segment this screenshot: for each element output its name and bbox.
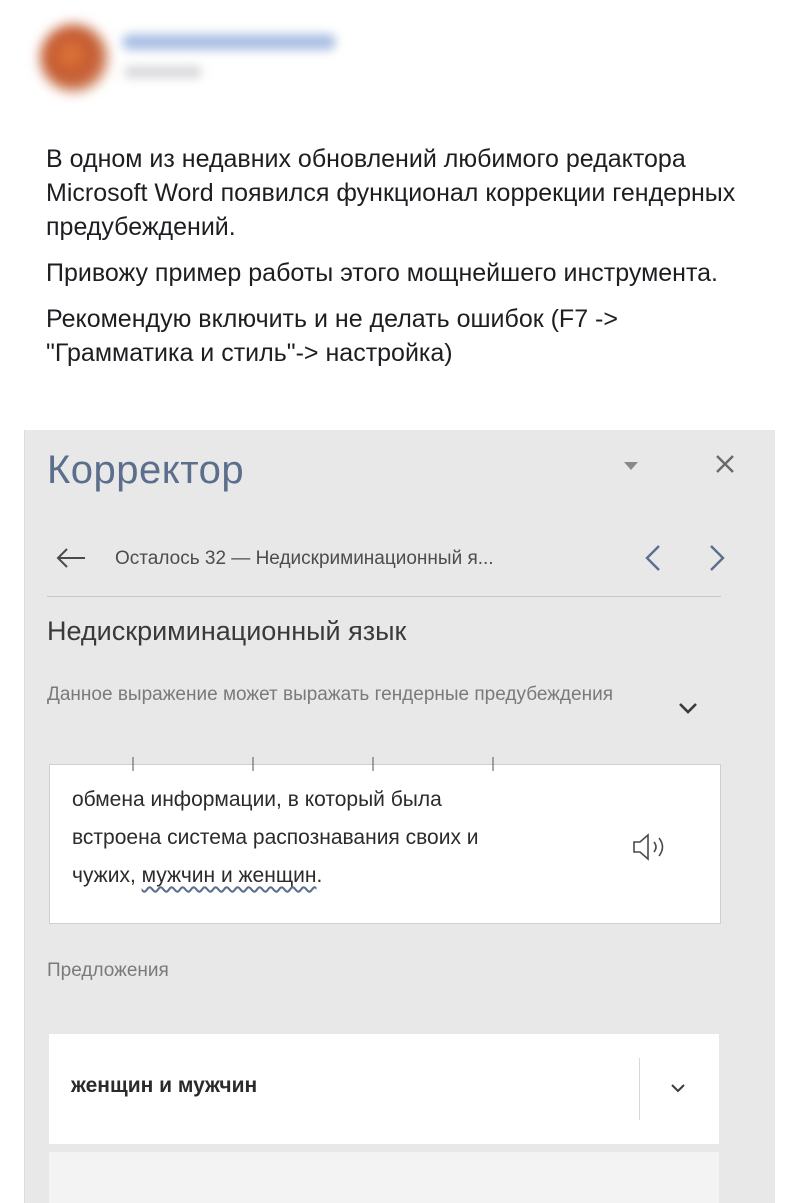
speaker-icon[interactable] xyxy=(630,829,670,865)
post-body: В одном из недавних обновлений любимого … xyxy=(46,142,766,382)
section-title: Недискриминационный язык xyxy=(47,616,407,646)
suggestion-item-partial[interactable] xyxy=(49,1152,719,1203)
author-name-blurred[interactable] xyxy=(122,34,336,50)
cut-off-previous-line xyxy=(72,757,572,771)
context-sentence-box: обмена информации, в который была встрое… xyxy=(49,757,721,924)
avatar[interactable] xyxy=(40,24,108,92)
remaining-issues-label: Осталось 32 — Недискриминационный я... xyxy=(115,548,494,569)
chevron-right-icon[interactable] xyxy=(707,542,727,574)
suggestion-text[interactable]: женщин и мужчин xyxy=(71,1074,257,1098)
suggestions-label: Предложения xyxy=(47,960,169,981)
post-header xyxy=(0,0,793,120)
expand-chevron-icon[interactable] xyxy=(677,700,699,716)
chevron-down-icon[interactable] xyxy=(669,1082,687,1094)
arrow-left-icon[interactable] xyxy=(55,546,87,570)
context-sentence: обмена информации, в который была встрое… xyxy=(72,781,572,895)
panel-title: Корректор xyxy=(47,448,245,492)
post-meta-blurred xyxy=(124,66,202,78)
post-paragraph-2: Привожу пример работы этого мощнейшего и… xyxy=(46,259,718,287)
post-paragraph-1: В одном из недавних обновлений любимого … xyxy=(46,145,736,241)
context-line-2: встроена система распознавания своих и xyxy=(72,826,479,849)
suggestion-item[interactable]: женщин и мужчин xyxy=(49,1034,719,1144)
post-paragraph-3: Рекомендую включить и не делать ошибок (… xyxy=(46,305,618,367)
divider xyxy=(47,596,721,597)
section-description: Данное выражение может выражать гендерны… xyxy=(47,684,613,705)
chevron-left-icon[interactable] xyxy=(643,542,663,574)
word-editor-panel-screenshot: Корректор Осталось 32 — Недискриминацион… xyxy=(24,430,775,1203)
issue-navigation: Осталось 32 — Недискриминационный я... xyxy=(47,538,727,578)
context-line-3-end: . xyxy=(316,864,323,887)
flagged-phrase[interactable]: мужчин и женщин xyxy=(142,864,317,887)
context-line-3-start: чужих, xyxy=(72,864,142,887)
suggestion-separator xyxy=(639,1058,640,1120)
chevron-down-icon[interactable] xyxy=(622,460,640,472)
context-line-1: обмена информации, в который была xyxy=(72,788,442,811)
close-icon[interactable] xyxy=(713,452,737,476)
